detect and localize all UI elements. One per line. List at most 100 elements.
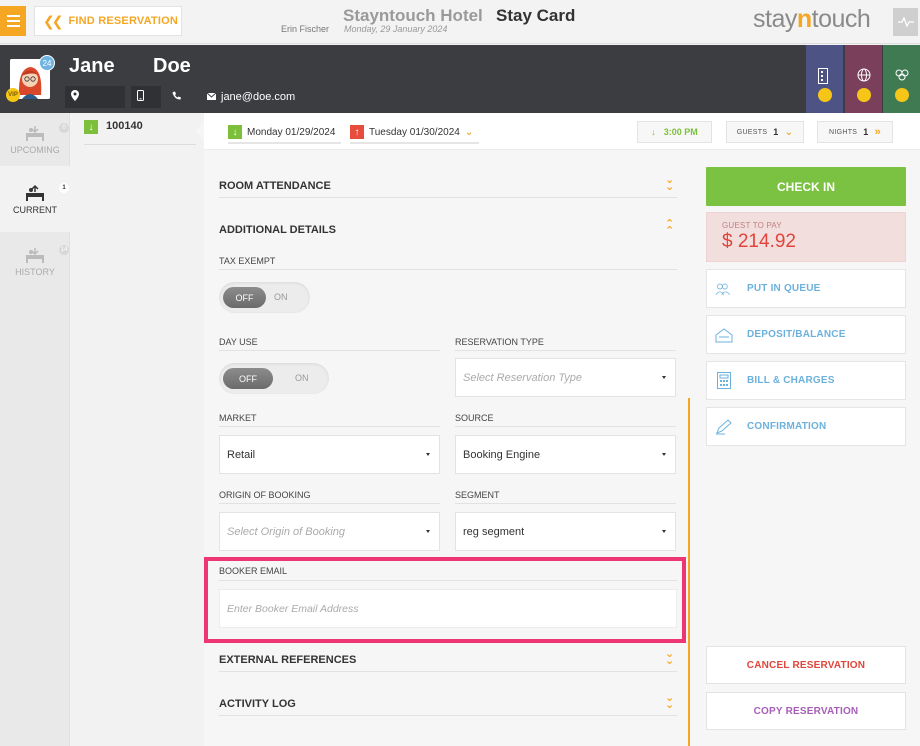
confirmation-label: CONFIRMATION (747, 421, 827, 432)
tax-exempt-toggle[interactable]: OFF ON (219, 282, 310, 313)
market-label: MARKET (219, 413, 257, 423)
reservation-list-item[interactable]: ↓ 100140 (84, 120, 196, 145)
find-reservation-button[interactable]: ❮❮ FIND RESERVATION (34, 6, 182, 36)
bill-charges-button[interactable]: BILL & CHARGES (706, 361, 906, 400)
origin-of-booking-select[interactable]: Select Origin of Booking (219, 512, 440, 551)
chevron-down-icon: ⌄ (464, 126, 474, 138)
activity-log-header[interactable]: ACTIVITY LOG (219, 698, 296, 710)
chevron-down-icon: ⌄ (784, 126, 794, 138)
reservation-type-select[interactable]: Select Reservation Type (455, 358, 676, 397)
scroll-indicator[interactable] (688, 398, 690, 746)
logo-prefix: stay (753, 5, 797, 33)
arrow-down-icon: ↓ (84, 120, 98, 134)
toggle-off-label: OFF (223, 368, 273, 389)
tab-groups[interactable] (883, 45, 920, 113)
chevron-down-icon[interactable]: ⌄ ⌄ (665, 649, 674, 667)
sidebar-item-label: HISTORY (15, 267, 55, 277)
cancel-reservation-button[interactable]: CANCEL RESERVATION (706, 646, 906, 684)
put-in-queue-button[interactable]: PUT IN QUEUE (706, 269, 906, 308)
bill-charges-label: BILL & CHARGES (747, 375, 835, 386)
market-select[interactable]: Retail (219, 435, 440, 474)
guest-first-name[interactable]: Jane (69, 55, 115, 78)
sidebar-item-upcoming[interactable]: 0 UPCOMING (0, 123, 70, 155)
segment-label: SEGMENT (455, 490, 500, 500)
pulse-icon[interactable] (893, 8, 918, 36)
divider (455, 350, 676, 351)
source-select[interactable]: Booking Engine (455, 435, 676, 474)
toggle-on-label: ON (295, 373, 309, 383)
group-icon (895, 68, 909, 85)
check-in-button[interactable]: CHECK IN (706, 167, 906, 206)
external-references-header[interactable]: EXTERNAL REFERENCES (219, 654, 356, 666)
current-count: 1 (59, 183, 69, 193)
market-value: Retail (227, 448, 256, 461)
nights-label: NIGHTS (829, 128, 858, 136)
toggle-on-label: ON (274, 292, 288, 302)
caret-down-icon (426, 530, 430, 533)
bed-icon (24, 123, 46, 141)
additional-details-header[interactable]: ADDITIONAL DETAILS (219, 224, 336, 236)
chevron-down-icon[interactable]: ⌄ ⌄ (665, 175, 674, 193)
caret-down-icon (426, 453, 430, 456)
reservation-type-label: RESERVATION TYPE (455, 337, 544, 347)
tab-room[interactable] (806, 45, 843, 113)
day-use-toggle[interactable]: OFF ON (219, 363, 329, 394)
mobile-phone-icon (137, 90, 144, 104)
divider (219, 197, 677, 198)
caret-down-icon (662, 376, 666, 379)
departure-date-button[interactable]: ↑ Tuesday 01/30/2024 ⌄ (350, 122, 480, 144)
chevron-down-icon[interactable]: ⌄ ⌄ (665, 693, 674, 711)
globe-icon (857, 68, 871, 85)
guest-email-field[interactable]: jane@doe.com (206, 91, 295, 103)
logo-suffix: touch (811, 5, 871, 33)
hamburger-menu-icon[interactable] (0, 6, 26, 36)
guest-address-field[interactable] (65, 86, 125, 108)
building-icon (818, 68, 830, 87)
queue-people-icon (715, 280, 733, 298)
stayntouch-logo: stayntouch (753, 5, 871, 34)
stay-card-main: ↓ Monday 01/29/2024 ↑ Tuesday 01/30/2024… (204, 113, 920, 746)
user-name: Erin Fischer (281, 24, 330, 34)
arrival-time-button[interactable]: ↓ 3:00 PM (637, 121, 712, 143)
guest-last-name[interactable]: Doe (153, 55, 191, 78)
find-reservation-label: FIND RESERVATION (68, 15, 179, 27)
chevron-up-icon[interactable]: ⌃ ⌃ (665, 219, 674, 237)
divider (455, 426, 676, 427)
guest-header: 24 VIP Jane Doe jane@doe.com (0, 45, 920, 113)
divider (219, 671, 677, 672)
bed-icon (24, 245, 46, 263)
guest-to-pay-box[interactable]: GUEST TO PAY $ 214.92 (706, 212, 906, 262)
history-count: 14 (59, 245, 69, 255)
source-label: SOURCE (455, 413, 494, 423)
confirmation-button[interactable]: CONFIRMATION (706, 407, 906, 446)
search-icon (857, 88, 871, 102)
arrow-up-icon: ↑ (350, 125, 364, 139)
panel-pointer (195, 122, 204, 140)
deposit-balance-button[interactable]: DEPOSIT/BALANCE (706, 315, 906, 354)
guest-to-pay-label: GUEST TO PAY (722, 221, 782, 230)
guests-button[interactable]: GUESTS 1 ⌄ (726, 121, 804, 143)
hotel-name: Stayntouch Hotel (343, 6, 483, 25)
deposit-balance-label: DEPOSIT/BALANCE (747, 329, 846, 340)
top-bar: ❮❮ FIND RESERVATION Stayntouch Hotel Sta… (0, 0, 920, 44)
guest-phone-field[interactable] (166, 86, 198, 108)
copy-reservation-button[interactable]: COPY RESERVATION (706, 692, 906, 730)
sidebar-item-current[interactable]: 1 CURRENT (0, 183, 70, 215)
sidebar-item-label: CURRENT (13, 205, 57, 215)
envelope-icon (206, 91, 217, 103)
guests-value: 1 (773, 127, 779, 137)
business-date: Monday, 29 January 2024 (344, 24, 448, 34)
sidebar-item-history[interactable]: 14 HISTORY (0, 245, 70, 277)
guests-label: GUESTS (736, 128, 768, 136)
tab-global[interactable] (845, 45, 882, 113)
segment-select[interactable]: reg segment (455, 512, 676, 551)
nights-button[interactable]: NIGHTS 1 » (817, 121, 893, 143)
bed-icon (24, 183, 46, 201)
reservation-type-value: Select Reservation Type (463, 371, 583, 384)
room-attendance-header[interactable]: ROOM ATTENDANCE (219, 180, 331, 192)
arrival-date-button[interactable]: ↓ Monday 01/29/2024 (228, 122, 342, 144)
pen-icon (715, 418, 733, 436)
deposit-icon (715, 326, 733, 344)
put-in-queue-label: PUT IN QUEUE (747, 283, 821, 294)
guest-mobile-field[interactable] (131, 86, 161, 108)
